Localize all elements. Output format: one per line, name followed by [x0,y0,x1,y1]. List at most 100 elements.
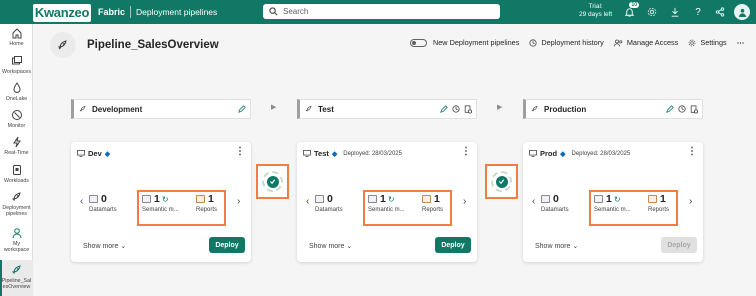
new-pipelines-toggle[interactable]: New Deployment pipelines [409,38,519,47]
history-icon[interactable] [678,105,686,113]
deploy-button[interactable]: Deploy [435,237,471,253]
refresh-icon: ↻ [161,194,169,204]
deploy-button[interactable]: Deploy [209,237,245,253]
download-button[interactable] [668,5,682,19]
nav-label: pipelines [6,211,27,217]
nav-label: Home [9,41,24,47]
more-options-button[interactable]: ⋮ [235,146,245,157]
nav-item-workspaces[interactable]: Workspaces [0,55,33,75]
count-label: Reports [196,207,218,213]
chevron-left-icon[interactable]: ‹ [306,196,309,207]
chevron-left-icon[interactable]: ‹ [80,196,83,207]
semantic-models-count[interactable]: 1 ↻ Semantic m... [142,193,179,223]
count-value: 1 [660,193,666,205]
trial-status[interactable]: Trial: 29 days left [579,3,612,19]
nav-item-my-workspace[interactable]: My workspace [0,227,33,253]
deployment-history-button[interactable]: Deployment history [529,38,604,47]
count-value: 1 [154,193,160,205]
monitor-icon [11,110,22,120]
edit-icon[interactable] [440,105,448,113]
nav-item-monitor[interactable]: Monitor [0,109,33,129]
nav-label: Workloads [4,178,29,184]
nav-item-deployment-pipelines[interactable]: Deployment pipelines [0,191,33,217]
user-avatar[interactable] [734,4,750,20]
toggle-switch[interactable] [409,38,427,47]
show-more-button[interactable]: Show more ⌄ [535,242,578,250]
nav-item-realtime[interactable]: Real-Time [0,136,33,156]
notification-count: 10 [629,2,639,8]
chevron-right-icon[interactable]: › [689,196,692,207]
manage-access-button[interactable]: Manage Access [613,38,679,47]
deploy-button-disabled[interactable]: Deploy [661,237,697,253]
count-label: Semantic m... [594,207,631,213]
stage-header-production[interactable]: Production [523,99,703,119]
chevron-right-icon[interactable]: › [237,196,240,207]
count-value: 1 [380,193,386,205]
help-button[interactable]: ? [691,5,705,19]
page-actions: New Deployment pipelines Deployment hist… [409,38,756,47]
semantic-models-count[interactable]: 1 ↻ Semantic m... [594,193,631,223]
reports-count[interactable]: 1 Reports [422,193,443,223]
nav-item-pipeline-salesoverview[interactable]: Pipeline_Sal esOverview [0,260,33,296]
onelake-icon [12,82,21,93]
edit-icon[interactable] [238,105,246,113]
stage-access-icon[interactable] [464,105,472,114]
checkmark-icon [266,175,279,188]
stage-header-development[interactable]: Development [71,99,251,119]
history-icon[interactable] [452,105,460,113]
edit-icon[interactable] [666,105,674,113]
workspace-name[interactable]: Prod [540,149,557,158]
share-button[interactable] [713,5,727,19]
workspace-name[interactable]: Test [314,149,329,158]
count-label: Datamarts [89,207,117,213]
settings-link[interactable]: Settings [688,38,727,47]
stage-header-test[interactable]: Test [297,99,477,119]
count-label: Reports [422,207,444,213]
gear-icon [688,39,696,46]
datamarts-count[interactable]: 0 Datamarts [89,193,117,223]
count-value: 0 [327,193,333,205]
reports-count[interactable]: 1 Reports [648,193,669,223]
brand-logo[interactable]: Kwanzeo [33,3,91,22]
breadcrumb[interactable]: Deployment pipelines [136,7,217,17]
nav-label: workspace [3,247,30,253]
count-value: 1 [606,193,612,205]
compare-status-test-prod[interactable] [485,164,518,199]
premium-icon: ◆ [331,150,338,158]
count-value: 1 [434,193,440,205]
workspace-name[interactable]: Dev [88,149,102,158]
gear-icon [647,7,657,17]
nav-item-workloads[interactable]: Workloads [0,164,33,184]
show-more-button[interactable]: Show more ⌄ [83,242,126,250]
left-nav: Home Workspaces OneLake Monitor Real-Tim… [0,24,33,296]
stage-access-icon[interactable] [690,105,698,114]
datamarts-count[interactable]: 0 Datamarts [541,193,569,223]
access-label: Manage Access [626,38,679,47]
deployed-date: Deployed: 28/03/2025 [343,150,402,157]
datamart-icon [541,195,550,203]
search-input[interactable]: Search [263,4,500,19]
compare-status-dev-test[interactable] [256,164,289,199]
nav-item-home[interactable]: Home [0,27,33,47]
show-more-button[interactable]: Show more ⌄ [309,242,352,250]
count-label: Datamarts [541,207,569,213]
settings-button[interactable] [645,5,659,19]
reports-count[interactable]: 1 Reports [196,193,217,223]
more-options-button[interactable]: ⋮ [687,146,697,157]
semantic-model-icon [142,195,151,203]
nav-label: Workspaces [1,69,32,75]
settings-label: Settings [700,38,727,47]
more-options-button[interactable]: ⋯ [737,38,744,47]
count-label: Semantic m... [368,207,405,213]
chevron-right-icon[interactable]: › [463,196,466,207]
nav-item-onelake[interactable]: OneLake [0,82,33,102]
datamarts-count[interactable]: 0 Datamarts [315,193,343,223]
semantic-models-count[interactable]: 1 ↻ Semantic m... [368,193,405,223]
datamart-icon [315,195,324,203]
search-icon [269,7,278,16]
chevron-left-icon[interactable]: ‹ [532,196,535,207]
app-name[interactable]: Fabric [98,7,125,17]
notifications-button[interactable]: 10 [622,2,639,19]
more-options-button[interactable]: ⋮ [461,146,471,157]
semantic-model-icon [368,195,377,203]
